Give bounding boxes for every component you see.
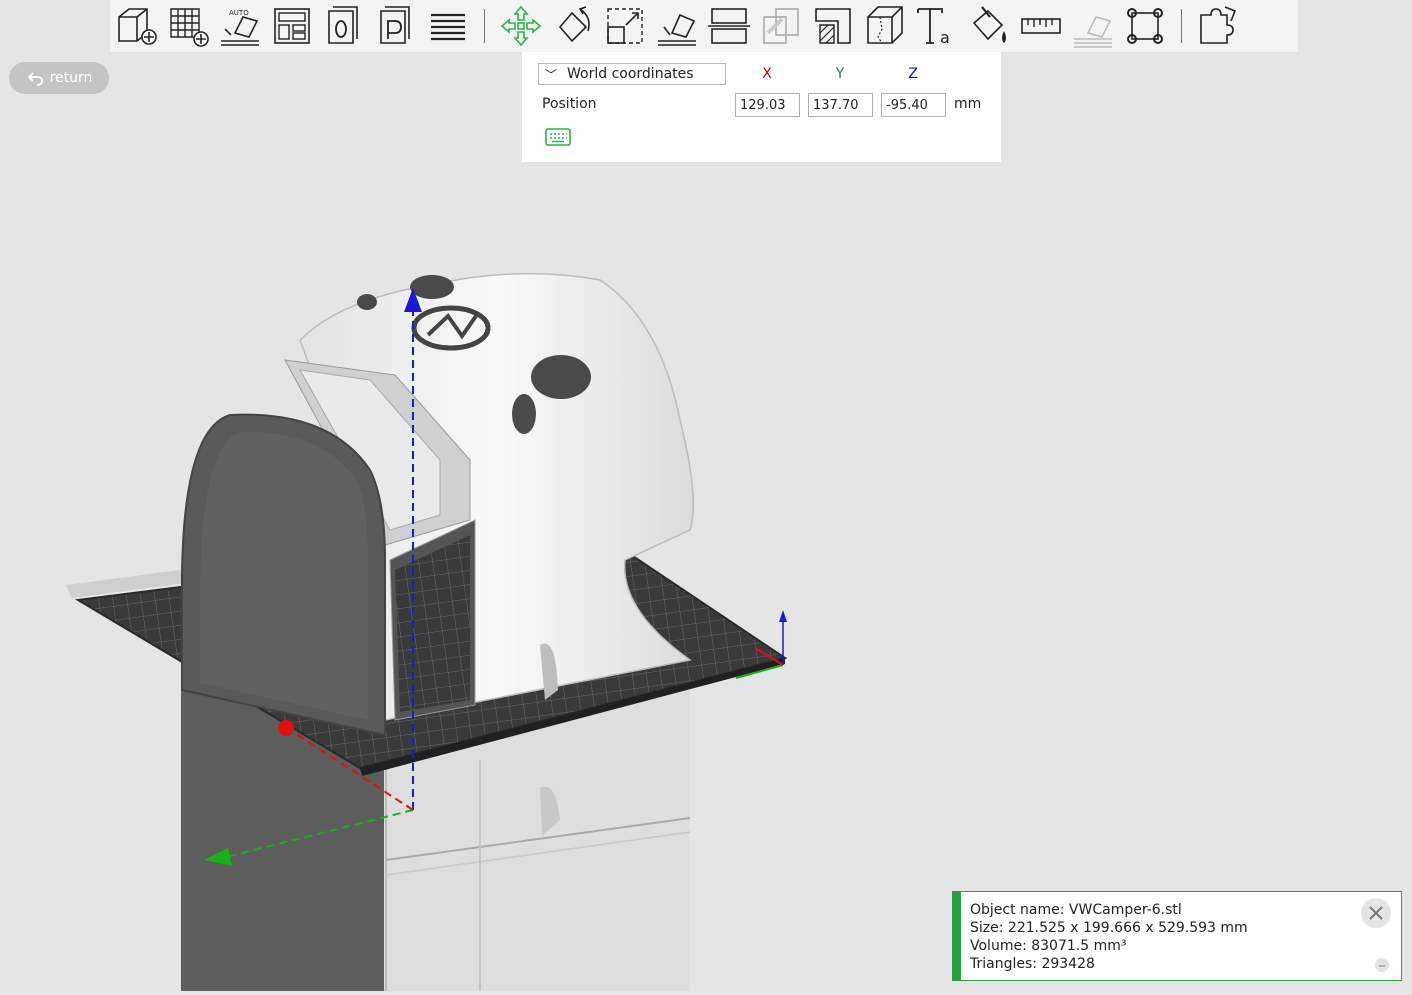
move-icon[interactable] bbox=[495, 0, 547, 52]
y-axis-label: Y bbox=[835, 66, 845, 82]
toolbar-separator bbox=[484, 9, 485, 43]
object-triangles-text: Triangles: 293428 bbox=[970, 956, 1095, 972]
position-y-input[interactable] bbox=[808, 93, 873, 117]
close-icon bbox=[1369, 906, 1383, 920]
svg-text:a: a bbox=[940, 28, 950, 47]
layers-icon[interactable] bbox=[422, 0, 474, 52]
add-plate-icon[interactable] bbox=[162, 0, 214, 52]
move-tool-panel: ﹀ World coordinates X Y Z Position mm bbox=[522, 52, 1001, 162]
object-page-icon[interactable] bbox=[318, 0, 370, 52]
object-name-text: Object name: VWCamper-6.stl bbox=[970, 902, 1182, 918]
svg-text:AUTO: AUTO bbox=[229, 9, 249, 17]
cube-assembly-icon[interactable] bbox=[859, 0, 911, 52]
object-size-text: Size: 221.525 x 199.666 x 529.593 mm bbox=[970, 920, 1248, 936]
auto-orient-icon[interactable]: AUTO bbox=[214, 0, 266, 52]
plate-page-icon[interactable] bbox=[370, 0, 422, 52]
add-cube-icon[interactable] bbox=[110, 0, 162, 52]
x-axis-label: X bbox=[762, 66, 772, 82]
support-icon[interactable] bbox=[807, 0, 859, 52]
coordinate-system-value: World coordinates bbox=[567, 66, 694, 82]
object-info-panel: Object name: VWCamper-6.stl Size: 221.52… bbox=[952, 891, 1402, 981]
info-accent-bar bbox=[953, 892, 961, 980]
hollow-icon[interactable] bbox=[1119, 0, 1171, 52]
undo-arrow-icon bbox=[27, 72, 43, 86]
position-z-input[interactable] bbox=[881, 93, 946, 117]
position-x-input[interactable] bbox=[735, 93, 800, 117]
return-button[interactable]: return bbox=[9, 62, 109, 94]
coordinate-system-select[interactable]: ﹀ World coordinates bbox=[538, 63, 726, 85]
rotate-icon[interactable] bbox=[547, 0, 599, 52]
seam-icon[interactable] bbox=[1067, 0, 1119, 52]
minus-icon bbox=[1379, 965, 1385, 967]
keyboard-icon[interactable] bbox=[545, 128, 571, 146]
vw-camper-model[interactable] bbox=[180, 272, 695, 737]
cut-icon[interactable] bbox=[703, 0, 755, 52]
position-label: Position bbox=[542, 96, 597, 112]
text-icon[interactable]: a bbox=[911, 0, 963, 52]
minimize-button[interactable] bbox=[1375, 958, 1389, 972]
close-button[interactable] bbox=[1361, 898, 1391, 928]
mirror-icon[interactable] bbox=[755, 0, 807, 52]
z-axis-label: Z bbox=[908, 66, 918, 82]
split-parts-icon[interactable] bbox=[1192, 0, 1244, 52]
return-label: return bbox=[49, 70, 93, 86]
toolbar-separator bbox=[1181, 9, 1182, 43]
unit-label: mm bbox=[954, 96, 982, 112]
lay-flat-icon[interactable] bbox=[651, 0, 703, 52]
object-volume-text: Volume: 83071.5 mm³ bbox=[970, 938, 1127, 954]
measure-icon[interactable] bbox=[1015, 0, 1067, 52]
paint-icon[interactable] bbox=[963, 0, 1015, 52]
main-toolbar: AUTO a bbox=[110, 0, 1298, 53]
chevron-down-icon: ﹀ bbox=[545, 67, 558, 82]
scale-icon[interactable] bbox=[599, 0, 651, 52]
arrange-icon[interactable] bbox=[266, 0, 318, 52]
